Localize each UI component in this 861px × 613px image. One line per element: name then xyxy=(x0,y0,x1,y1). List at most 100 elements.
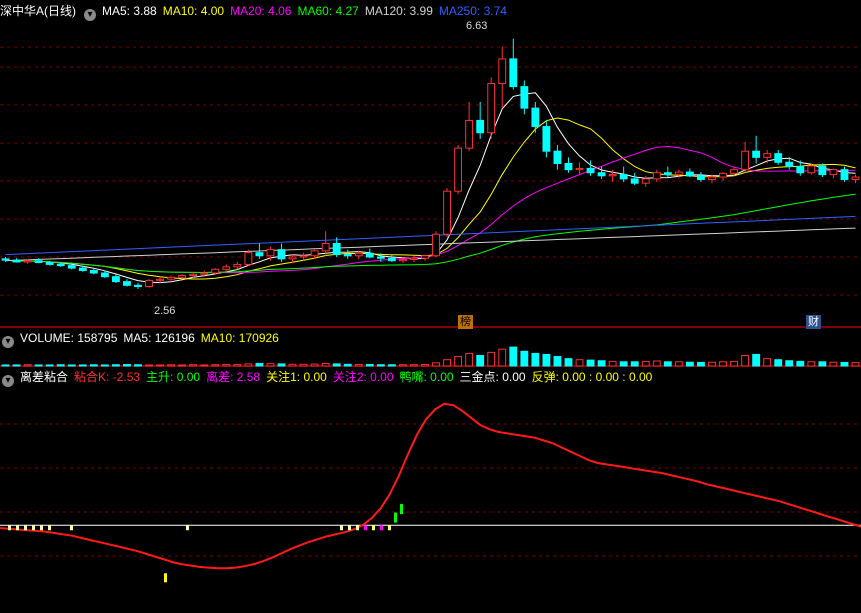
volume-item: MA10: 170926 xyxy=(200,331,279,345)
candle-body xyxy=(178,274,187,278)
volume-bar xyxy=(145,364,153,367)
candle-body xyxy=(23,260,32,263)
volume-bar xyxy=(56,364,65,367)
volume-bar xyxy=(454,356,463,367)
candle-body xyxy=(78,267,87,272)
ma-item: MA120: 3.99 xyxy=(364,4,433,18)
volume-bar xyxy=(465,352,474,367)
candle-body xyxy=(697,175,705,180)
candle-body xyxy=(719,172,727,178)
volume-bar xyxy=(840,361,849,367)
candle-body xyxy=(542,126,551,152)
volume-bar xyxy=(487,351,496,367)
high-price-label: 6.63 xyxy=(466,20,488,32)
candle-body xyxy=(277,249,286,260)
candle-body xyxy=(851,176,860,180)
candle-body xyxy=(476,119,485,134)
event-tag-2[interactable]: 财 xyxy=(806,315,821,329)
candle-body xyxy=(244,252,253,265)
volume-bar xyxy=(542,353,551,367)
candle-body xyxy=(796,166,805,174)
volume-bar xyxy=(531,352,540,367)
signal-tick xyxy=(380,525,383,531)
volume-bar xyxy=(597,360,606,367)
volume-bar xyxy=(432,362,440,367)
candle-body xyxy=(111,276,120,283)
volume-bar xyxy=(564,358,573,367)
candle-body xyxy=(255,252,264,257)
indicator-item: 关注2: 0.00 xyxy=(332,370,394,384)
signal-tick xyxy=(164,573,167,583)
indicator-name: 离差粘合 xyxy=(20,370,69,384)
ma-values: MA5: 3.88 MA10: 4.00 MA20: 4.06 MA60: 4.27 M… xyxy=(102,4,513,18)
collapse-icon[interactable]: ▾ xyxy=(84,9,96,21)
candle-body xyxy=(730,169,738,174)
candle-body xyxy=(167,276,176,280)
candle-body xyxy=(575,167,584,171)
indicator-line xyxy=(0,402,861,570)
candle-body xyxy=(354,252,363,257)
indicator-item: 关注1: 0.00 xyxy=(266,370,327,384)
volume-bar xyxy=(586,359,595,367)
indicator-panel xyxy=(0,402,861,583)
signal-tick xyxy=(70,525,73,531)
collapse-icon[interactable]: ▾ xyxy=(2,336,14,348)
volume-bar xyxy=(222,364,231,367)
signal-tick xyxy=(372,525,375,531)
volume-item: VOLUME: 158795 xyxy=(20,331,118,345)
volume-bar xyxy=(178,364,187,367)
volume-bar xyxy=(663,361,672,367)
candle-body xyxy=(840,169,849,180)
candle-body xyxy=(421,255,429,259)
moving-average-lines xyxy=(5,92,856,284)
collapse-icon[interactable]: ▾ xyxy=(2,375,14,387)
candle-body xyxy=(608,174,617,177)
volume-bar xyxy=(685,361,694,367)
candle-body xyxy=(410,257,418,260)
volume-bar xyxy=(365,364,374,367)
volume-bar xyxy=(398,364,407,367)
candlesticks xyxy=(1,38,860,290)
candle-body xyxy=(156,278,164,281)
price-header: 深中华A(日线) ▾ MA5: 3.88 MA10: 4.00 MA20: 4.06 MA… xyxy=(0,2,519,21)
volume-bar xyxy=(78,364,87,367)
signal-tick xyxy=(364,525,367,531)
ma20-line xyxy=(5,145,856,274)
volume-bar xyxy=(89,364,98,367)
volume-bar xyxy=(641,360,650,367)
candle-body xyxy=(222,266,231,270)
signal-tick xyxy=(348,525,351,531)
candle-body xyxy=(34,260,43,264)
ma-item: MA250: 3.74 xyxy=(438,4,507,18)
indicator-item: 反弹: 0.00 : 0.00 : 0.00 xyxy=(531,370,653,384)
ma5-line xyxy=(5,92,856,284)
volume-bar xyxy=(520,350,529,367)
candle-body xyxy=(266,249,275,257)
volume-bar xyxy=(575,359,584,367)
volume-bar xyxy=(829,361,838,367)
candle-body xyxy=(564,163,573,171)
volume-bar xyxy=(167,364,176,367)
indicator-header: ▾ 离差粘合 粘合K: -2.53 主升: 0.00 离差: 2.58 关注1: 0.00… xyxy=(0,368,664,387)
volume-bar xyxy=(266,363,275,367)
indicator-item: 鸭嘴: 0.00 xyxy=(399,370,454,384)
candle-body xyxy=(321,242,330,252)
volume-bar xyxy=(200,364,209,367)
volume-bar xyxy=(608,360,617,367)
volume-bar xyxy=(443,359,451,367)
volume-bar xyxy=(741,355,750,367)
volume-bar xyxy=(410,364,418,367)
candle-body xyxy=(774,153,783,163)
event-tag-1[interactable]: 榜 xyxy=(458,315,473,329)
candle-body xyxy=(67,265,76,269)
volume-bar xyxy=(255,362,264,367)
volume-bar xyxy=(156,364,164,367)
ma250-line xyxy=(5,215,856,256)
candle-body xyxy=(365,252,374,258)
candle-body xyxy=(56,263,65,267)
volume-bar xyxy=(818,361,827,367)
candle-body xyxy=(498,58,507,85)
candle-body xyxy=(829,169,838,176)
volume-bar xyxy=(730,360,738,367)
volume-bar xyxy=(476,355,485,367)
